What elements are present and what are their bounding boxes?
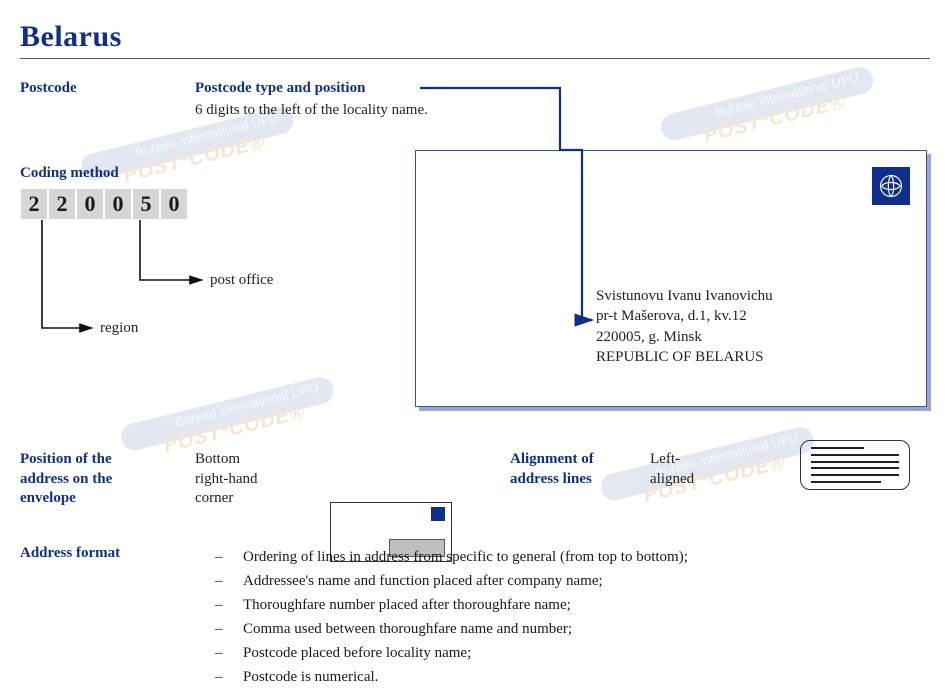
page-title: Belarus	[20, 20, 930, 54]
upu-stamp-icon	[872, 167, 910, 205]
position-label: Position of the address on the envelope	[20, 450, 112, 509]
coding-method-label: Coding method	[20, 165, 119, 182]
title-divider	[20, 58, 930, 59]
address-format-list: –Ordering of lines in address from speci…	[215, 545, 688, 689]
watermark: Bureau international UPU POST*CODE®	[658, 64, 880, 157]
address-line: pr-t Mašerova, d.1, kv.12	[596, 306, 773, 326]
left-align-icon	[800, 440, 910, 490]
address-line: REPUBLIC OF BELARUS	[596, 347, 773, 367]
watermark-code: POST*CODE®	[122, 123, 300, 188]
watermark-org: Bureau international UPU	[118, 374, 336, 453]
watermark-code: POST*CODE®	[702, 83, 880, 148]
bullet-item: Postcode placed before locality name;	[243, 641, 471, 665]
address-format-label: Address format	[20, 545, 120, 562]
watermark-org: Bureau international UPU	[658, 64, 876, 143]
postcode-type-label: Postcode type and position	[195, 80, 365, 97]
bullet-item: Postcode is numerical.	[243, 665, 378, 689]
page: Bureau international UPU POST*CODE® Bure…	[20, 20, 930, 654]
postcode-type-desc: 6 digits to the left of the locality nam…	[195, 102, 428, 119]
postcode-label: Postcode	[20, 80, 77, 97]
envelope-example: Svistunovu Ivanu Ivanovichu pr-t Mašerov…	[415, 150, 927, 407]
address-line: 220005, g. Minsk	[596, 327, 773, 347]
digit: 2	[48, 188, 76, 220]
watermark-org: Bureau international UPU	[598, 424, 816, 503]
bullet-item: Ordering of lines in address from specif…	[243, 545, 688, 569]
coding-digits: 2 2 0 0 5 0	[20, 188, 188, 220]
address-line: Svistunovu Ivanu Ivanovichu	[596, 286, 773, 306]
watermark: Bureau international UPU POST*CODE®	[598, 424, 820, 517]
digit: 0	[76, 188, 104, 220]
bullet-item: Comma used between thoroughfare name and…	[243, 617, 572, 641]
watermark-code: POST*CODE®	[162, 393, 340, 458]
coding-region-label: region	[100, 320, 138, 337]
digit: 2	[20, 188, 48, 220]
envelope-address: Svistunovu Ivanu Ivanovichu pr-t Mašerov…	[596, 286, 773, 367]
bullet-item: Addressee's name and function placed aft…	[243, 569, 603, 593]
digit: 0	[160, 188, 188, 220]
alignment-label: Alignment of address lines	[510, 450, 594, 489]
position-value: Bottom right-hand corner	[195, 450, 257, 509]
alignment-value: Left- aligned	[650, 450, 694, 489]
mini-stamp-icon	[431, 507, 445, 521]
digit: 5	[132, 188, 160, 220]
coding-post-office-label: post office	[210, 272, 273, 289]
digit: 0	[104, 188, 132, 220]
bullet-item: Thoroughfare number placed after thoroug…	[243, 593, 571, 617]
